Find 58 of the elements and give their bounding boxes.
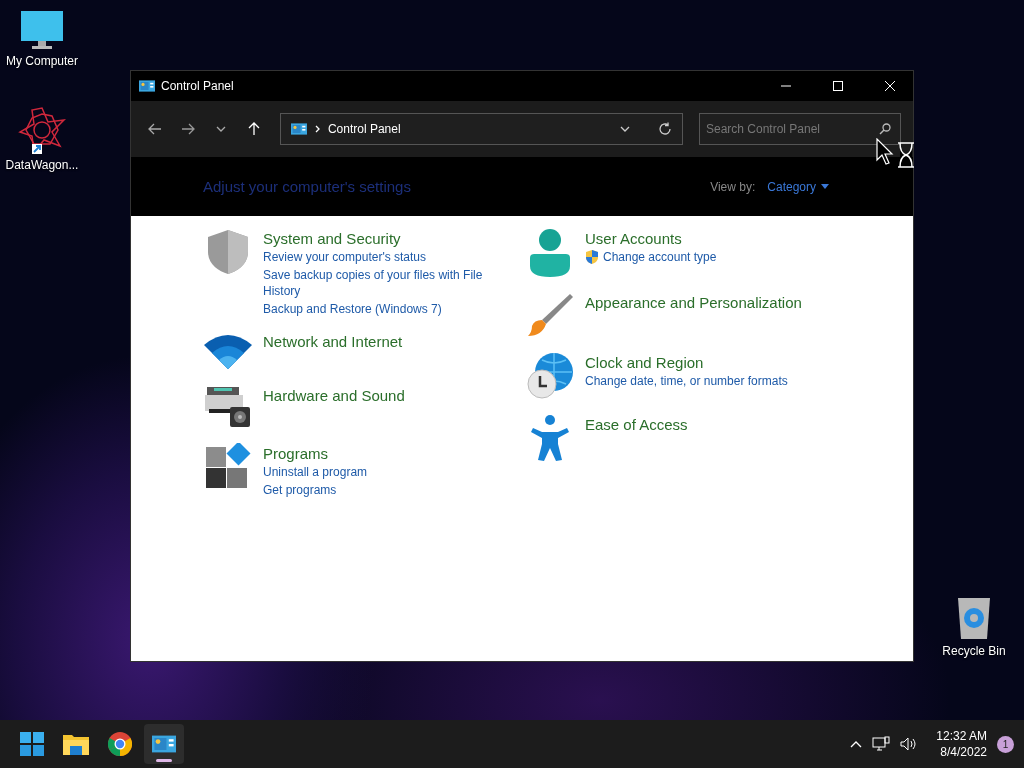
refresh-icon[interactable] (657, 122, 672, 136)
user-icon (528, 228, 572, 278)
window-icon (139, 80, 155, 92)
category-link[interactable]: Ease of Access (585, 416, 688, 433)
monitor-icon (20, 10, 64, 50)
view-by-label: View by: (710, 179, 756, 194)
close-icon (884, 80, 896, 92)
address-path[interactable]: Control Panel (327, 122, 401, 136)
dropdown-icon[interactable] (619, 126, 630, 132)
volume-icon[interactable] (900, 737, 919, 751)
task-link[interactable]: Uninstall a program (263, 464, 368, 480)
task-link[interactable]: Review your computer's status (263, 249, 427, 265)
taskbar-app-button[interactable] (144, 724, 184, 764)
window-title: Control Panel (161, 79, 235, 93)
accessibility-icon (530, 414, 570, 462)
task-link[interactable]: Save backup copies of your files with File History (263, 267, 493, 299)
desktop-icon-label[interactable]: Recycle Bin (942, 644, 1006, 658)
clock-time[interactable]: 12:32 AM (936, 729, 987, 743)
category-link[interactable]: System and Security (263, 230, 493, 247)
search-icon (878, 123, 891, 135)
category-link[interactable]: Clock and Region (585, 354, 788, 371)
globe-clock-icon (526, 352, 574, 400)
clock-date[interactable]: 8/4/2022 (940, 745, 987, 759)
page-heading: Adjust your computer's settings (203, 178, 412, 195)
windows-logo-icon (20, 732, 44, 756)
task-link[interactable]: Get programs (263, 482, 337, 498)
star-logo-icon (18, 106, 66, 154)
desktop-icon-label[interactable]: DataWagon... (5, 158, 79, 172)
recycle-bin-icon (956, 596, 992, 640)
desktop-icon-label[interactable]: My Computer (6, 54, 78, 68)
chrome-logo-icon (108, 732, 132, 756)
chevron-icon (314, 125, 320, 133)
folder-icon (63, 733, 89, 755)
task-link[interactable]: Change date, time, or number formats (585, 373, 788, 389)
address-bar[interactable]: Control Panel (279, 113, 683, 145)
dropdown-triangle-icon (821, 184, 829, 189)
category-link[interactable]: Network and Internet (263, 333, 403, 350)
printer-speaker-icon (204, 385, 252, 429)
paintbrush-icon (526, 292, 574, 338)
show-hidden-icons-button[interactable] (850, 740, 863, 748)
category-link[interactable]: Programs (263, 445, 368, 462)
category-link[interactable]: User Accounts (585, 230, 717, 247)
control-panel-icon (290, 123, 307, 135)
notification-badge[interactable]: 1 (997, 735, 1014, 753)
control-panel-icon (152, 735, 176, 753)
forward-arrow-icon (181, 123, 196, 135)
category-link[interactable]: Hardware and Sound (263, 387, 405, 404)
maximize-icon (832, 80, 844, 92)
back-arrow-icon (148, 123, 163, 135)
view-by-dropdown[interactable]: Category (767, 179, 829, 194)
network-icon[interactable] (872, 736, 891, 752)
up-arrow-icon (247, 122, 260, 136)
category-link[interactable]: Appearance and Personalization (585, 294, 802, 311)
chevron-down-icon (215, 126, 226, 132)
programs-icon (204, 443, 252, 491)
task-link[interactable]: Backup and Restore (Windows 7) (263, 301, 442, 317)
task-link[interactable]: Change account type (603, 249, 717, 265)
search-field[interactable]: Search Control Panel (698, 113, 901, 145)
